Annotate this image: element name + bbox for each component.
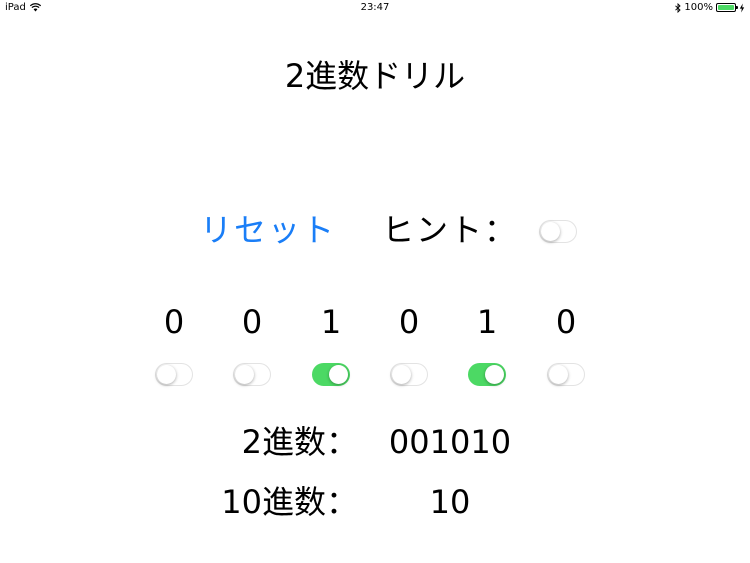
bit-digit: 0 [163, 303, 185, 341]
toggle-knob [485, 365, 504, 384]
bit-toggle[interactable] [468, 363, 506, 386]
status-right: 100% [675, 2, 745, 13]
bit-toggle[interactable] [233, 363, 271, 386]
bit-toggle[interactable] [155, 363, 193, 386]
hint-toggle[interactable] [539, 220, 577, 243]
binary-value: 001010 [388, 423, 512, 461]
toggle-knob [549, 365, 568, 384]
page-title: 2進数ドリル [284, 57, 466, 95]
decimal-value: 10 [429, 483, 471, 521]
toggle-knob [329, 365, 348, 384]
binary-label: 2進数： [241, 423, 358, 461]
battery-percent: 100% [684, 2, 713, 13]
hint-label: ヒント： [382, 211, 519, 249]
toggle-knob [157, 365, 176, 384]
bit-toggle[interactable] [547, 363, 585, 386]
battery-icon [716, 3, 738, 12]
bit-digit: 0 [241, 303, 263, 341]
bit-toggle[interactable] [390, 363, 428, 386]
bit-digit: 1 [320, 303, 342, 341]
bit-digit: 0 [398, 303, 420, 341]
toggle-knob [235, 365, 254, 384]
bit-digit: 0 [555, 303, 577, 341]
bit-toggle[interactable] [312, 363, 350, 386]
toggle-knob [541, 222, 560, 241]
battery-fill [718, 5, 734, 10]
bit-digit: 1 [476, 303, 498, 341]
toggle-knob [392, 365, 411, 384]
clock: 23:47 [360, 2, 390, 13]
decimal-label: 10進数： [221, 483, 358, 521]
screen: iPad 23:47 100% 2進数ドリル リセット ヒント： 0 0 1 0… [0, 0, 750, 563]
reset-button[interactable]: リセット [200, 208, 336, 252]
charging-icon [739, 3, 745, 12]
bluetooth-icon [675, 2, 682, 13]
status-bar: iPad 23:47 100% [0, 0, 750, 16]
